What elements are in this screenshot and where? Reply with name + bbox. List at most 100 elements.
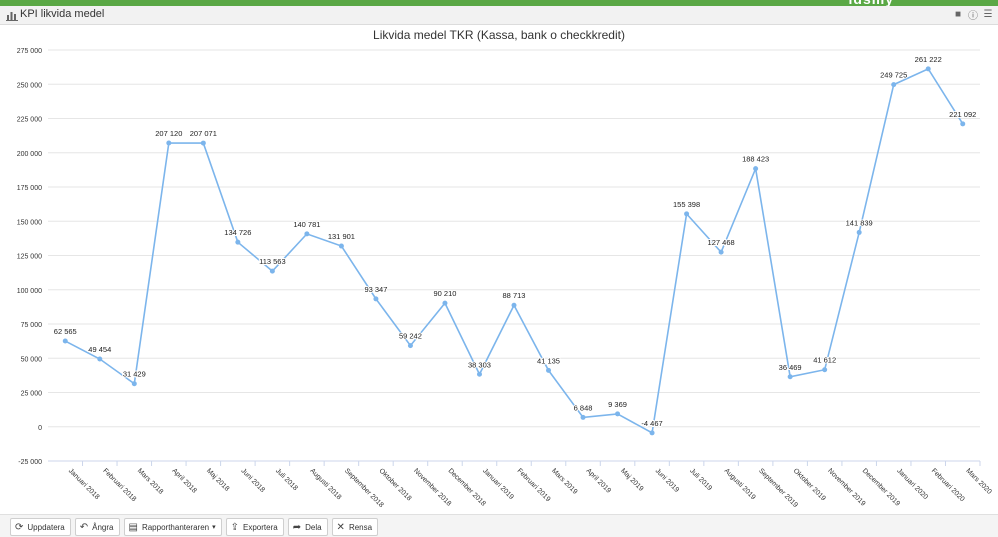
x-tick-label: Maj 2018 xyxy=(205,467,230,492)
comment-icon[interactable]: ■ xyxy=(952,8,964,20)
data-label: 38 303 xyxy=(468,360,491,369)
x-tick-label: Mars 2020 xyxy=(964,467,992,495)
x-tick-label: November 2018 xyxy=(412,467,452,507)
y-tick-label: 125 000 xyxy=(17,254,42,261)
data-label: 141 839 xyxy=(846,218,873,227)
data-point[interactable] xyxy=(925,66,931,72)
export-icon: ⇪ xyxy=(230,521,240,533)
data-point[interactable] xyxy=(891,82,897,88)
x-tick-label: Mars 2018 xyxy=(136,467,164,495)
panel-title: KPI likvida medel xyxy=(20,8,105,20)
x-tick-label: Januari 2018 xyxy=(67,467,101,501)
data-point[interactable] xyxy=(200,140,206,146)
data-point[interactable] xyxy=(476,371,482,377)
data-point[interactable] xyxy=(511,302,517,308)
button-label: Exportera xyxy=(243,522,278,532)
footer-toolbar: ⟳ Uppdatera ↶ Ångra ▤ Rapporthanteraren ▾ ⇪ Expo… xyxy=(0,514,998,537)
y-tick-label: 175 000 xyxy=(17,185,42,192)
data-label: 113 563 xyxy=(259,257,286,266)
data-point[interactable] xyxy=(62,338,68,344)
data-label: 221 092 xyxy=(949,110,976,119)
y-tick-label: 100 000 xyxy=(17,288,42,295)
data-point[interactable] xyxy=(269,268,275,274)
data-point[interactable] xyxy=(580,414,586,420)
data-point[interactable] xyxy=(304,231,310,237)
data-point[interactable] xyxy=(822,367,828,373)
x-tick-label: September 2019 xyxy=(757,467,799,509)
data-point[interactable] xyxy=(787,374,793,380)
data-label: 207 071 xyxy=(190,129,217,138)
x-tick-label: Februari 2019 xyxy=(516,467,552,503)
y-tick-label: -25 000 xyxy=(18,459,42,466)
data-point[interactable] xyxy=(615,411,621,417)
close-icon: ✕ xyxy=(336,521,345,533)
data-point[interactable] xyxy=(856,229,862,235)
data-label: 134 726 xyxy=(224,228,251,237)
data-point[interactable] xyxy=(718,249,724,255)
button-label: Ångra xyxy=(92,522,114,532)
info-icon[interactable]: ⓘ xyxy=(967,8,979,22)
data-label: 261 222 xyxy=(915,55,942,64)
data-point[interactable] xyxy=(684,211,690,217)
document-icon: ▤ xyxy=(128,521,138,533)
y-tick-label: 225 000 xyxy=(17,117,42,124)
data-label: 249 725 xyxy=(880,71,907,80)
y-tick-label: 50 000 xyxy=(21,356,43,363)
data-label: 207 120 xyxy=(155,129,182,138)
y-tick-label: 200 000 xyxy=(17,151,42,158)
data-point[interactable] xyxy=(407,343,413,349)
rensa-button[interactable]: ✕ Rensa xyxy=(331,518,379,536)
data-label: -4 467 xyxy=(641,419,662,428)
x-tick-label: Juli 2018 xyxy=(274,467,299,492)
data-point[interactable] xyxy=(649,430,655,436)
x-tick-label: Mars 2019 xyxy=(550,467,578,495)
y-tick-label: 150 000 xyxy=(17,219,42,226)
series-line xyxy=(64,67,964,435)
x-tick-label: Juli 2019 xyxy=(688,467,713,492)
data-label: 188 423 xyxy=(742,155,769,164)
exportera-button[interactable]: ⇪ Exportera xyxy=(225,518,284,536)
dela-button[interactable]: ➦ Dela xyxy=(287,518,328,536)
x-tick-label: November 2019 xyxy=(826,467,866,507)
x-tick-label: Oktober 2019 xyxy=(792,467,827,502)
data-point[interactable] xyxy=(753,166,759,172)
x-tick-label: Juni 2019 xyxy=(654,467,680,493)
x-tick-label: Oktober 2018 xyxy=(378,467,413,502)
data-point[interactable] xyxy=(131,381,137,387)
data-point[interactable] xyxy=(546,367,552,373)
data-label: 59 242 xyxy=(399,332,422,341)
data-label: 36 469 xyxy=(779,363,802,372)
refresh-icon: ⟳ xyxy=(15,521,24,533)
x-tick-label: Januari 2020 xyxy=(895,467,929,501)
data-point[interactable] xyxy=(166,140,172,146)
x-tick-label: Februari 2020 xyxy=(930,467,966,503)
data-point[interactable] xyxy=(235,239,241,245)
y-tick-label: 25 000 xyxy=(21,391,43,398)
x-tick-label: April 2018 xyxy=(170,467,197,494)
x-tick-label: Juni 2018 xyxy=(239,467,265,493)
y-tick-label: 75 000 xyxy=(21,322,43,329)
undo-icon: ↶ xyxy=(79,521,89,533)
data-point[interactable] xyxy=(338,243,344,249)
ångra-button[interactable]: ↶ Ångra xyxy=(74,518,120,536)
y-tick-label: 275 000 xyxy=(17,48,42,55)
data-point[interactable] xyxy=(373,296,379,302)
data-label: 6 848 xyxy=(574,403,593,412)
menu-icon[interactable]: ☰ xyxy=(982,8,994,20)
rapporthanteraren-button[interactable]: ▤ Rapporthanteraren ▾ xyxy=(123,518,222,536)
data-point[interactable] xyxy=(960,121,966,127)
x-tick-label: Augusti 2019 xyxy=(723,467,757,501)
y-tick-label: 0 xyxy=(38,425,42,432)
data-label: 155 398 xyxy=(673,200,700,209)
bar-chart-icon xyxy=(6,12,18,21)
data-label: 88 713 xyxy=(503,291,526,300)
data-label: 62 565 xyxy=(54,327,77,336)
data-label: 31 429 xyxy=(123,370,146,379)
data-label: 140 781 xyxy=(293,220,320,229)
x-tick-label: September 2018 xyxy=(343,467,385,509)
data-point[interactable] xyxy=(97,356,103,362)
data-point[interactable] xyxy=(442,300,448,306)
uppdatera-button[interactable]: ⟳ Uppdatera xyxy=(10,518,71,536)
button-label: Dela xyxy=(305,522,322,532)
button-label: Rensa xyxy=(348,522,373,532)
